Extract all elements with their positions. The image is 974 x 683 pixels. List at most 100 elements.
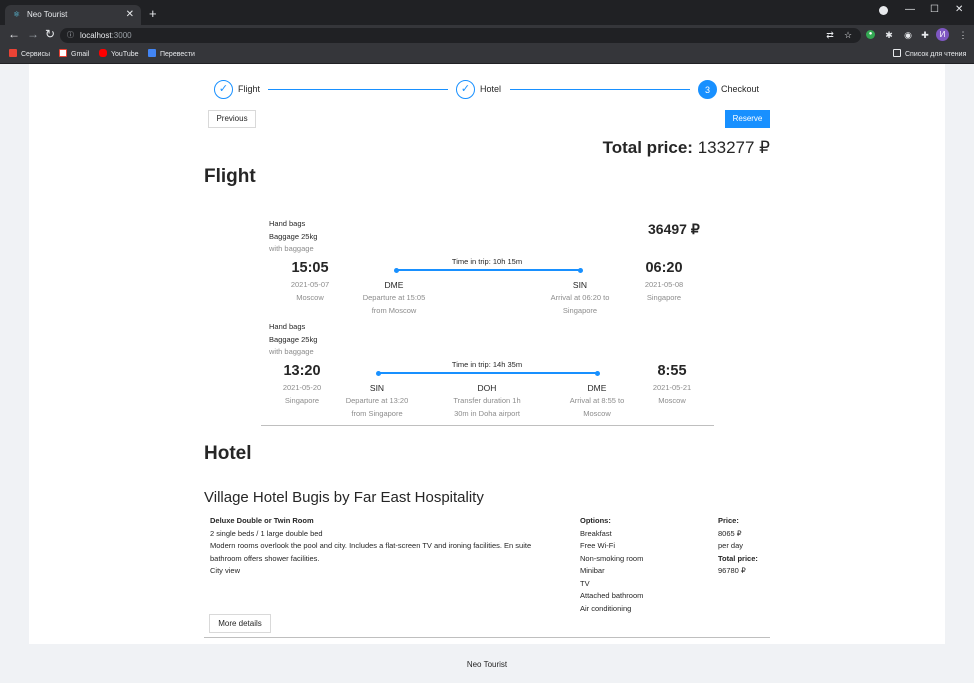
- price-unit: per day: [718, 541, 744, 550]
- origin-airport-code: SIN: [369, 383, 385, 393]
- bookmark-translate[interactable]: Перевести: [148, 49, 195, 60]
- reading-list[interactable]: Список для чтения: [893, 49, 966, 60]
- youtube-icon: [99, 49, 107, 57]
- flight-route-line: [378, 372, 597, 374]
- total-price: Total price: 133277 ₽: [603, 138, 770, 158]
- back-icon[interactable]: ←: [8, 27, 20, 41]
- footer: Neo Tourist: [466, 660, 508, 669]
- step-checkout-label: Checkout: [721, 84, 760, 94]
- total-price-value: 133277 ₽: [697, 138, 770, 157]
- reload-icon[interactable]: ↻: [45, 27, 55, 41]
- new-tab-button[interactable]: +: [149, 6, 157, 21]
- arrival-time: 8:55: [657, 363, 687, 379]
- destination-airport-code: DME: [587, 383, 607, 393]
- react-icon: ⚛: [13, 10, 21, 19]
- room-description: Modern rooms overlook the pool and city.…: [210, 541, 532, 550]
- transfer-desc: Transfer duration 1h 30m in Doha airport: [453, 396, 521, 418]
- route-end-dot: [595, 371, 600, 376]
- option-item: Free Wi-Fi: [580, 541, 615, 550]
- flight-route-line: [396, 269, 580, 271]
- option-item: TV: [580, 579, 590, 588]
- departure-time: 13:20: [283, 363, 321, 379]
- flight-price: 36497 ₽: [648, 221, 700, 237]
- hotel-heading: Hotel: [204, 443, 252, 464]
- departure-date: 2021-05-20: [282, 383, 322, 392]
- browser-toolbar: ← → ↻ ⓘ localhost:3000 ⇄ ☆ ● ✱ ◉ ✚ ⋮: [0, 25, 974, 45]
- total-price-label: Total price:: [602, 138, 693, 157]
- gear-icon[interactable]: ✱: [884, 30, 894, 40]
- price-per-day: 8065 ₽: [718, 529, 742, 538]
- browser-tab-strip: ⚛ Neo Tourist ✕ + — ☐ ✕: [0, 0, 974, 25]
- hotel-name: Village Hotel Bugis by Far East Hospital…: [204, 489, 484, 506]
- origin-desc: Departure at 13:20 from Singapore: [345, 396, 409, 418]
- trip-duration: Time in trip: 14h 35m: [437, 360, 537, 369]
- flight-heading: Flight: [204, 166, 256, 187]
- hand-bags: Hand bags: [269, 322, 306, 331]
- cast-icon[interactable]: ◉: [903, 30, 913, 40]
- bookmark-gmail[interactable]: Gmail: [59, 49, 89, 60]
- translate-bookmark-icon: [148, 49, 156, 57]
- page-content: [29, 64, 945, 644]
- arrival-date: 2021-05-08: [644, 280, 684, 289]
- previous-button[interactable]: Previous: [208, 110, 256, 128]
- translate-icon[interactable]: ⇄: [825, 30, 835, 40]
- hotel-total-label: Total price:: [718, 554, 758, 563]
- departure-city: Singapore: [284, 396, 320, 405]
- arrival-city: Moscow: [658, 396, 686, 405]
- reserve-button[interactable]: Reserve: [725, 110, 770, 128]
- maximize-icon[interactable]: ☐: [930, 4, 939, 15]
- arrival-date: 2021-05-21: [652, 383, 692, 392]
- baggage-weight: Baggage 25kg: [269, 232, 318, 241]
- star-icon[interactable]: ☆: [843, 30, 853, 40]
- bookmarks-bar: Сервисы Gmail YouTube Перевести Список д…: [0, 45, 974, 64]
- avatar[interactable]: И: [936, 28, 949, 41]
- address-bar[interactable]: ⓘ localhost:3000: [60, 28, 861, 43]
- gmail-icon: [59, 49, 67, 57]
- step-flight-label: Flight: [238, 84, 261, 94]
- step-flight-check-icon: ✓: [214, 80, 233, 99]
- room-view: City view: [210, 566, 241, 575]
- option-item: Non-smoking room: [580, 554, 644, 563]
- info-icon[interactable]: ⓘ: [67, 28, 74, 43]
- url-port: :3000: [111, 31, 132, 40]
- option-item: Breakfast: [580, 529, 612, 538]
- bookmark-youtube[interactable]: YouTube: [99, 49, 139, 60]
- route-start-dot: [394, 268, 399, 273]
- room-description-cont: bathroom offers shower facilities.: [210, 554, 320, 563]
- tab-title: Neo Tourist: [27, 10, 68, 19]
- bookmark-services[interactable]: Сервисы: [9, 49, 50, 60]
- more-details-button[interactable]: More details: [209, 614, 271, 633]
- profile-icon[interactable]: [879, 6, 888, 15]
- arrival-city: Singapore: [646, 293, 682, 302]
- menu-icon[interactable]: ⋮: [958, 30, 968, 40]
- room-title: Deluxe Double or Twin Room: [210, 516, 314, 525]
- option-item: Attached bathroom: [580, 591, 644, 600]
- destination-desc: Arrival at 06:20 to Singapore: [550, 293, 610, 315]
- window-close-icon[interactable]: ✕: [955, 4, 963, 15]
- url-host: localhost: [80, 31, 112, 40]
- option-item: Air conditioning: [580, 604, 632, 613]
- flight-divider: [261, 425, 714, 426]
- hand-bags: Hand bags: [269, 219, 306, 228]
- hotel-divider: [204, 637, 770, 638]
- hotel-total-value: 96780 ₽: [718, 566, 746, 575]
- option-item: Minibar: [580, 566, 605, 575]
- step-connector: [510, 89, 690, 90]
- minimize-icon[interactable]: —: [905, 4, 915, 15]
- close-icon[interactable]: ✕: [126, 9, 134, 20]
- destination-desc: Arrival at 8:55 to Moscow: [569, 396, 625, 418]
- room-beds: 2 single beds / 1 large double bed: [210, 529, 323, 538]
- puzzle-icon[interactable]: ✚: [920, 30, 930, 40]
- step-hotel-check-icon: ✓: [456, 80, 475, 99]
- browser-tab[interactable]: ⚛ Neo Tourist ✕: [5, 5, 141, 25]
- forward-icon[interactable]: →: [27, 27, 39, 41]
- options-label: Options:: [580, 516, 611, 525]
- price-label: Price:: [718, 516, 739, 525]
- transfer-airport-code: DOH: [477, 383, 497, 393]
- extension-icon[interactable]: ●: [866, 30, 875, 39]
- step-hotel-label: Hotel: [480, 84, 502, 94]
- route-start-dot: [376, 371, 381, 376]
- with-baggage: with baggage: [269, 347, 314, 356]
- departure-time: 15:05: [291, 260, 329, 276]
- reading-list-icon: [893, 49, 901, 57]
